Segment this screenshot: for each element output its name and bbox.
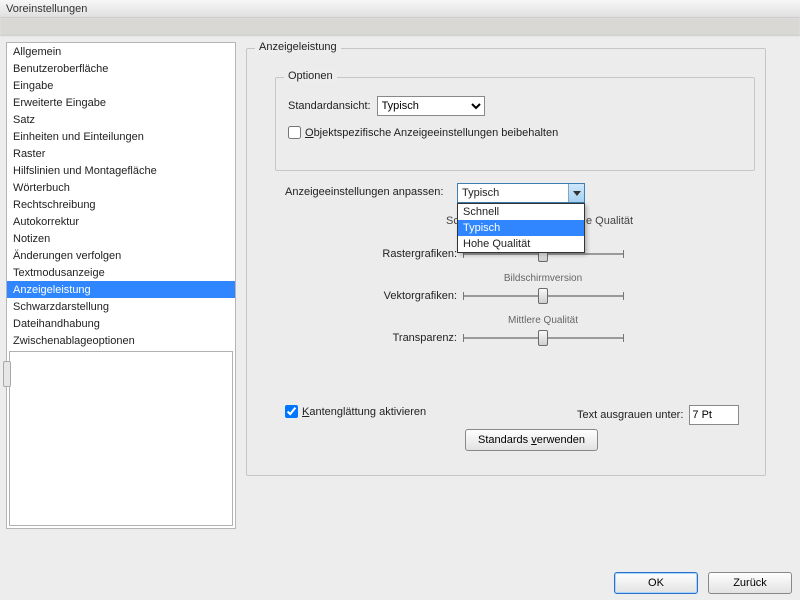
- sidebar-item-schwarzdarstellung[interactable]: Schwarzdarstellung: [7, 298, 235, 315]
- antialias-checkbox[interactable]: [285, 405, 298, 418]
- vector-slider-label: Vektorgrafiken:: [361, 290, 463, 302]
- sidebar-item--nderungen-verfolgen[interactable]: Änderungen verfolgen: [7, 247, 235, 264]
- sidebar-item-textmodusanzeige[interactable]: Textmodusanzeige: [7, 264, 235, 281]
- sidebar-item-erweiterte-eingabe[interactable]: Erweiterte Eingabe: [7, 94, 235, 111]
- toolbar-blur: [0, 18, 800, 36]
- panel-title: Anzeigeleistung: [255, 41, 341, 53]
- adjust-settings-label: Anzeigeeinstellungen anpassen:: [285, 186, 443, 198]
- dialog-footer: OK Zurück: [0, 566, 800, 600]
- sidebar-drag-handle[interactable]: [3, 361, 11, 387]
- sidebar-item-hilfslinien-und-montagefl-che[interactable]: Hilfslinien und Montagefläche: [7, 162, 235, 179]
- back-button[interactable]: Zurück: [708, 572, 792, 594]
- vector-slider-thumb[interactable]: [538, 288, 548, 304]
- options-group: Optionen Standardansicht: Typisch Objekt…: [275, 77, 755, 171]
- sidebar-item-notizen[interactable]: Notizen: [7, 230, 235, 247]
- adjust-settings-select[interactable]: Typisch: [457, 183, 585, 203]
- use-defaults-button[interactable]: Standards verwenden: [465, 429, 598, 451]
- vector-slider[interactable]: Bildschirmversion: [463, 287, 623, 305]
- category-sidebar: AllgemeinBenutzeroberflächeEingabeErweit…: [6, 42, 236, 529]
- window-titlebar: Voreinstellungen: [0, 0, 800, 18]
- sidebar-item-autokorrektur[interactable]: Autokorrektur: [7, 213, 235, 230]
- window-title: Voreinstellungen: [6, 3, 87, 15]
- sidebar-preview-box: [9, 351, 233, 526]
- sidebar-item-rechtschreibung[interactable]: Rechtschreibung: [7, 196, 235, 213]
- adjust-option-schnell[interactable]: Schnell: [458, 204, 584, 220]
- sidebar-item-satz[interactable]: Satz: [7, 111, 235, 128]
- transparency-slider-caption: Mittlere Qualität: [463, 315, 623, 326]
- transparency-slider-thumb[interactable]: [538, 330, 548, 346]
- sidebar-item-anzeigeleistung[interactable]: Anzeigeleistung: [7, 281, 235, 298]
- sidebar-item-allgemein[interactable]: Allgemein: [7, 43, 235, 60]
- greek-below-label: Text ausgrauen unter:: [577, 409, 683, 421]
- sidebar-item-einheiten-und-einteilungen[interactable]: Einheiten und Einteilungen: [7, 128, 235, 145]
- raster-slider-label: Rastergrafiken:: [361, 248, 463, 260]
- sidebar-item-benutzeroberfl-che[interactable]: Benutzeroberfläche: [7, 60, 235, 77]
- adjust-option-typisch[interactable]: Typisch: [458, 220, 584, 236]
- greek-below-input[interactable]: [689, 405, 739, 425]
- ok-button[interactable]: OK: [614, 572, 698, 594]
- default-view-label: Standardansicht:: [288, 100, 371, 112]
- slider-scale-right: e Qualität: [586, 215, 633, 227]
- sidebar-item-dateihandhabung[interactable]: Dateihandhabung: [7, 315, 235, 332]
- preserve-object-settings-checkbox[interactable]: [288, 126, 301, 139]
- adjust-settings-dropdown-list[interactable]: SchnellTypischHohe Qualität: [457, 203, 585, 253]
- sidebar-item-zwischenablageoptionen[interactable]: Zwischenablageoptionen: [7, 332, 235, 349]
- sidebar-item-w-rterbuch[interactable]: Wörterbuch: [7, 179, 235, 196]
- category-list[interactable]: AllgemeinBenutzeroberflächeEingabeErweit…: [7, 43, 235, 349]
- default-view-select[interactable]: Typisch: [377, 96, 485, 116]
- adjust-option-hohe-qualit-t[interactable]: Hohe Qualität: [458, 236, 584, 252]
- adjust-settings-value: Typisch: [462, 187, 499, 199]
- antialias-label: Kantenglättung aktivieren: [302, 406, 426, 418]
- chevron-down-icon: [568, 184, 584, 202]
- transparency-slider[interactable]: Mittlere Qualität: [463, 329, 623, 347]
- preserve-object-settings-label: Objektspezifische Anzeigeeinstellungen b…: [305, 127, 558, 139]
- sidebar-item-raster[interactable]: Raster: [7, 145, 235, 162]
- sidebar-item-eingabe[interactable]: Eingabe: [7, 77, 235, 94]
- panel-group: Anzeigeleistung Optionen Standardansicht…: [246, 48, 766, 476]
- transparency-slider-label: Transparenz:: [361, 332, 463, 344]
- options-group-label: Optionen: [284, 70, 337, 82]
- vector-slider-caption: Bildschirmversion: [463, 273, 623, 284]
